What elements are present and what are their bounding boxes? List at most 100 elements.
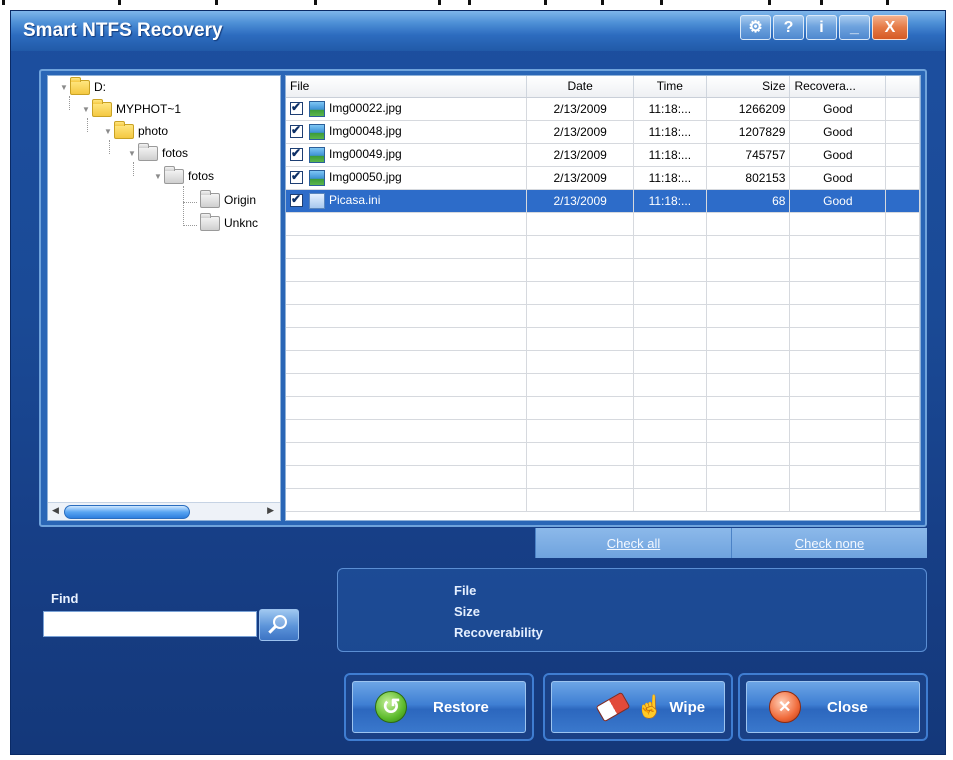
column-header-empty — [885, 76, 920, 98]
ini-file-icon — [309, 192, 325, 209]
window-close-button[interactable]: X — [872, 15, 908, 40]
empty-cell — [789, 442, 887, 466]
file-list[interactable]: File Date Time Size Recovera... Img00022… — [285, 75, 921, 521]
restore-icon — [375, 691, 407, 723]
column-header-time[interactable]: Time — [633, 76, 707, 98]
file-name: Img00050.jpg — [329, 169, 402, 184]
empty-cell — [633, 350, 707, 374]
column-header-recoverability[interactable]: Recovera... — [789, 76, 887, 98]
tree-line — [87, 118, 88, 132]
folder-tree[interactable]: ▼ D: ▼ MYPHOT~1 ▼ photo ▼ fotos ▼ fotos … — [47, 75, 281, 521]
collapse-icon[interactable]: ▼ — [126, 149, 138, 158]
tree-node-drive[interactable]: ▼ D: — [58, 76, 106, 96]
strip-mark — [601, 0, 604, 5]
empty-cell — [885, 304, 920, 328]
tree-node-folder[interactable]: ▼ fotos — [126, 142, 188, 162]
check-none-link[interactable]: Check none — [731, 528, 927, 558]
tree-line — [133, 162, 134, 176]
tree-node-folder[interactable]: ▼ MYPHOT~1 — [80, 98, 181, 118]
empty-row — [286, 373, 920, 397]
empty-cell — [706, 350, 791, 374]
tree-node-folder[interactable]: ▼ fotos — [152, 165, 214, 185]
empty-cell — [286, 419, 528, 443]
file-cell[interactable]: Img00050.jpg — [286, 166, 528, 190]
app-window: Smart NTFS Recovery ⚙ ? i _ X ▼ D: ▼ MYP… — [10, 10, 946, 755]
empty-cell — [789, 212, 887, 236]
minimize-button[interactable]: _ — [839, 15, 870, 40]
empty-cell — [633, 212, 707, 236]
minimize-icon: _ — [850, 19, 859, 36]
empty-cell — [706, 258, 791, 282]
empty-cell — [526, 419, 634, 443]
collapse-icon[interactable]: ▼ — [152, 172, 164, 181]
row-checkbox[interactable] — [290, 192, 303, 207]
empty-row — [286, 281, 920, 305]
file-size: 1207829 — [706, 120, 791, 144]
tree-line — [183, 186, 184, 226]
tree-node-folder[interactable]: Origin — [200, 189, 256, 209]
table-row[interactable]: Img00048.jpg 2/13/200911:18:...1207829Goo… — [286, 120, 920, 144]
image-file-icon — [309, 169, 325, 186]
scroll-left-icon[interactable]: ◀ — [52, 505, 59, 516]
row-checkbox[interactable] — [290, 100, 303, 115]
file-time: 11:18:... — [633, 120, 707, 144]
file-rows: Img00022.jpg2/13/200911:18:...1266209Goo… — [286, 97, 920, 512]
collapse-icon[interactable]: ▼ — [58, 83, 70, 92]
empty-row — [286, 350, 920, 374]
row-checkbox[interactable] — [290, 169, 303, 184]
table-row[interactable]: Img00050.jpg 2/13/200911:18:...802153Good — [286, 166, 920, 190]
empty-row — [286, 442, 920, 466]
wipe-label: Wipe — [669, 698, 706, 716]
column-header-date[interactable]: Date — [526, 76, 634, 98]
empty-cell — [633, 304, 707, 328]
empty-cell — [633, 327, 707, 351]
empty-cell — [286, 465, 528, 489]
info-icon: i — [819, 19, 824, 36]
info-button[interactable]: i — [806, 15, 837, 40]
file-name: Img00022.jpg — [329, 100, 402, 115]
eraser-icon — [595, 691, 631, 723]
file-cell[interactable]: Img00022.jpg — [286, 97, 528, 121]
empty-row — [286, 419, 920, 443]
column-header-file[interactable]: File — [286, 76, 528, 98]
scrollbar-thumb[interactable] — [64, 505, 190, 519]
check-all-link[interactable]: Check all — [535, 528, 731, 558]
table-row[interactable]: Picasa.ini 2/13/200911:18:...68Good — [286, 189, 920, 213]
collapse-icon[interactable]: ▼ — [80, 105, 92, 114]
folder-icon — [164, 165, 184, 184]
help-icon: ? — [783, 19, 794, 36]
tree-node-folder[interactable]: Unknc — [200, 212, 258, 232]
close-button[interactable]: Close — [738, 673, 928, 741]
help-button[interactable]: ? — [773, 15, 804, 40]
empty-row — [286, 327, 920, 351]
empty-cell — [706, 327, 791, 351]
empty-cell — [633, 281, 707, 305]
wipe-button[interactable]: ☝ Wipe — [543, 673, 733, 741]
find-input[interactable] — [43, 611, 257, 637]
empty-cell — [526, 235, 634, 259]
title-bar[interactable]: Smart NTFS Recovery ⚙ ? i _ X — [11, 11, 945, 51]
tree-horizontal-scrollbar[interactable]: ◀ ▶ — [48, 502, 280, 520]
file-cell[interactable]: Picasa.ini — [286, 189, 528, 213]
empty-cell — [526, 281, 634, 305]
strip-mark — [438, 0, 441, 5]
empty-cell — [286, 350, 528, 374]
row-checkbox[interactable] — [290, 123, 303, 138]
empty-cell — [633, 488, 707, 512]
table-row[interactable]: Img00049.jpg 2/13/200911:18:...745757Good — [286, 143, 920, 167]
file-cell[interactable]: Img00048.jpg — [286, 120, 528, 144]
column-header-size[interactable]: Size — [706, 76, 791, 98]
empty-cell — [526, 373, 634, 397]
collapse-icon[interactable]: ▼ — [102, 127, 114, 136]
close-icon — [769, 691, 801, 723]
restore-button[interactable]: Restore — [344, 673, 534, 741]
table-row[interactable]: Img00022.jpg 2/13/200911:18:...1266209Goo… — [286, 97, 920, 121]
scroll-right-icon[interactable]: ▶ — [267, 505, 274, 516]
tree-node-folder[interactable]: ▼ photo — [102, 120, 168, 140]
empty-cell — [633, 465, 707, 489]
row-checkbox[interactable] — [290, 146, 303, 161]
file-cell[interactable]: Img00049.jpg — [286, 143, 528, 167]
find-button[interactable] — [259, 609, 299, 641]
settings-button[interactable]: ⚙ — [740, 15, 771, 40]
folder-icon — [92, 98, 112, 117]
